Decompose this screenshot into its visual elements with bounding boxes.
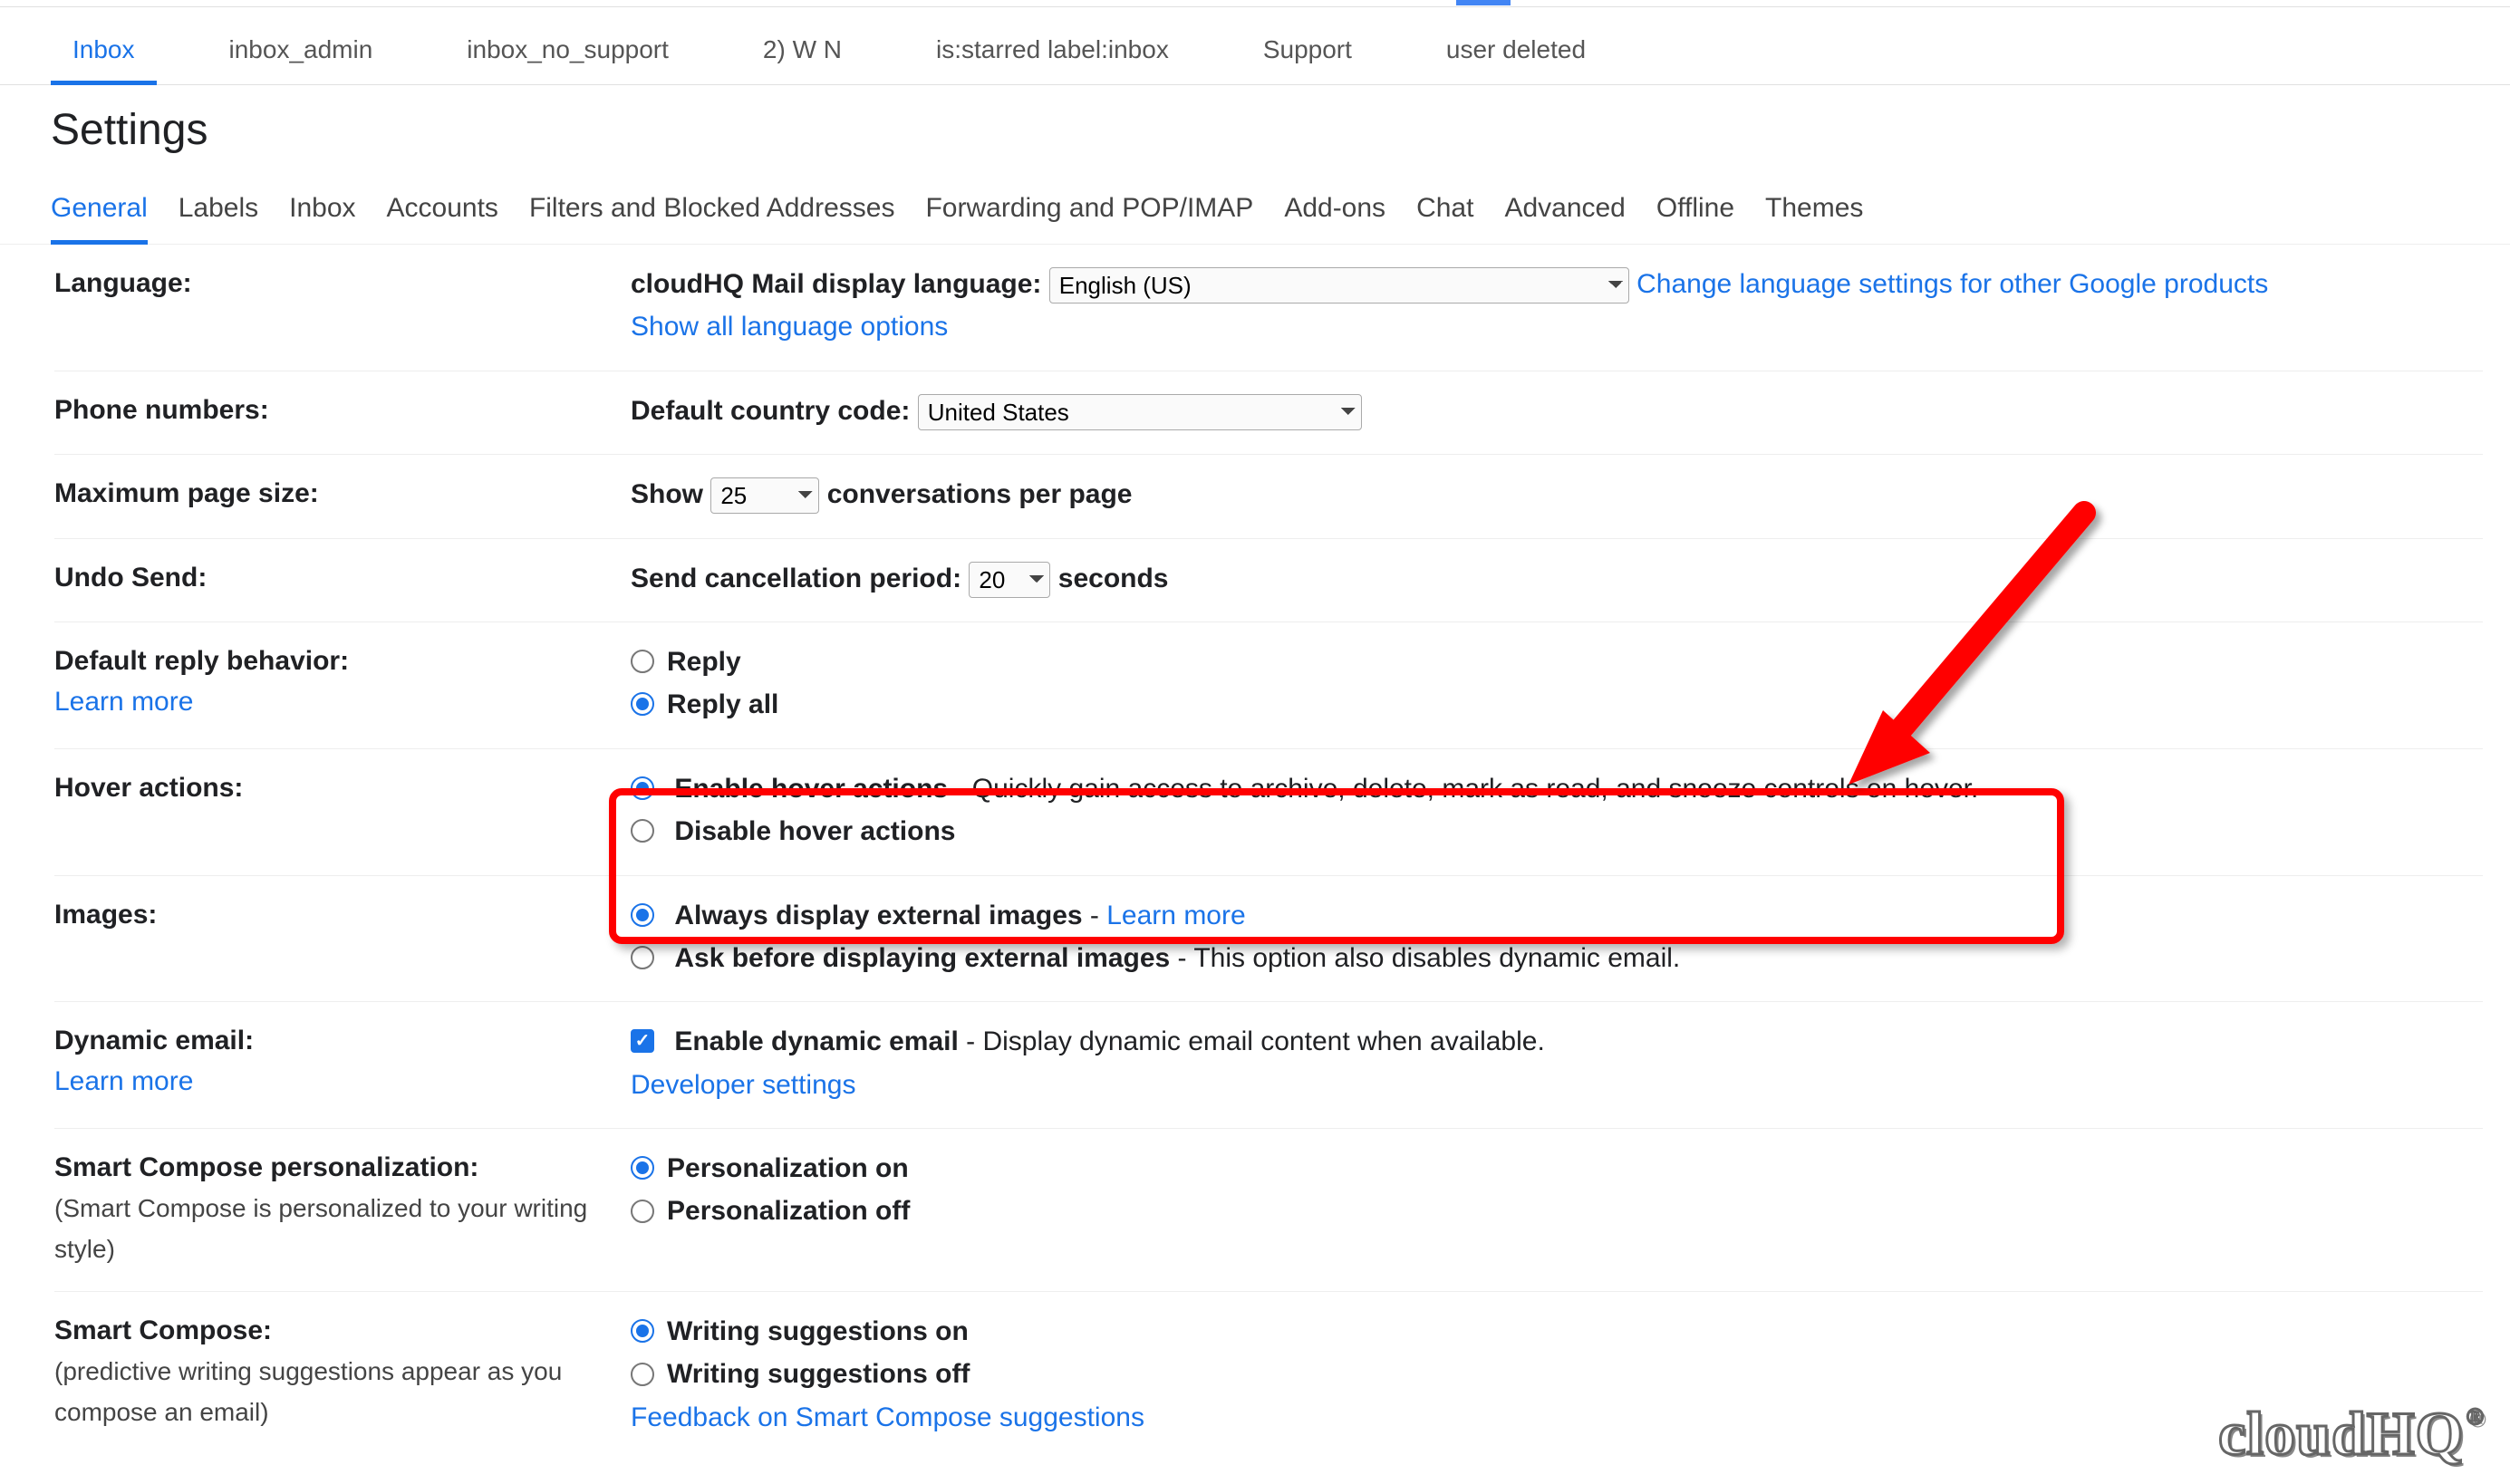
tab-inbox[interactable]: Inbox [289,182,355,244]
radio-reply-label: Reply [667,647,741,677]
language-show-all-link[interactable]: Show all language options [631,312,948,342]
window-top-line [0,0,2510,7]
radio-suggestions-off[interactable] [631,1363,654,1386]
label-language: Language: [54,263,631,349]
page-title: Settings [0,85,2510,182]
undo-prompt: Send cancellation period: [631,564,961,593]
dynamic-desc: - Display dynamic email content when ava… [959,1026,1545,1056]
row-images: Images: Always display external images -… [54,876,2483,1003]
checkbox-enable-dynamic[interactable]: ✓ [631,1029,654,1053]
language-prompt: cloudHQ Mail display language: [631,269,1041,299]
row-dynamic-email: Dynamic email: Learn more ✓ Enable dynam… [54,1002,2483,1129]
language-other-link[interactable]: Change language settings for other Googl… [1636,269,2268,299]
smart-compose-feedback-link[interactable]: Feedback on Smart Compose suggestions [631,1402,1144,1432]
radio-suggestions-on[interactable] [631,1319,654,1343]
tab-labels[interactable]: Labels [179,182,258,244]
phone-country-select[interactable]: United States [918,394,1362,430]
inbox-tab-support[interactable]: Support [1241,14,1374,84]
phone-prompt: Default country code: [631,396,910,426]
language-select[interactable]: English (US) [1049,267,1629,304]
inbox-tab-user-deleted[interactable]: user deleted [1424,14,1607,84]
label-hover-actions: Hover actions: [54,767,631,853]
radio-suggestions-off-label: Writing suggestions off [667,1359,970,1389]
radio-personalization-off[interactable] [631,1200,654,1223]
label-page-size: Maximum page size: [54,473,631,516]
label-undo-send: Undo Send: [54,557,631,600]
row-language: Language: cloudHQ Mail display language:… [54,245,2483,371]
radio-images-ask[interactable] [631,946,654,969]
inbox-tab-inbox-admin[interactable]: inbox_admin [208,14,395,84]
label-smart-compose: Smart Compose: [54,1315,272,1345]
reply-learn-more-link[interactable]: Learn more [54,687,193,717]
row-phone: Phone numbers: Default country code: Uni… [54,371,2483,455]
radio-personalization-on-label: Personalization on [667,1153,909,1183]
row-smart-personalization: Smart Compose personalization: (Smart Co… [54,1129,2483,1292]
radio-images-always-label: Always display external images [674,901,1082,930]
label-images: Images: [54,894,631,980]
radio-images-ask-label: Ask before displaying external images [674,943,1170,973]
label-phone: Phone numbers: [54,390,631,432]
tab-themes[interactable]: Themes [1765,182,1863,244]
tab-chat[interactable]: Chat [1416,182,1473,244]
radio-personalization-off-label: Personalization off [667,1196,910,1226]
radio-suggestions-on-label: Writing suggestions on [667,1316,969,1346]
radio-personalization-on[interactable] [631,1156,654,1180]
label-smart-personalization-sub: (Smart Compose is personalized to your w… [54,1194,587,1263]
tab-accounts[interactable]: Accounts [387,182,498,244]
radio-disable-hover-label: Disable hover actions [674,816,955,846]
inbox-tab-2wn[interactable]: 2) W N [741,14,864,84]
radio-reply-all[interactable] [631,692,654,716]
inbox-tab-starred[interactable]: is:starred label:inbox [914,14,1191,84]
label-default-reply: Default reply behavior: [54,646,349,676]
top-accent [1456,0,1511,5]
radio-reply[interactable] [631,650,654,673]
checkbox-enable-dynamic-label: Enable dynamic email [674,1026,958,1056]
images-learn-more-link[interactable]: Learn more [1106,901,1245,930]
images-ask-desc: - This option also disables dynamic emai… [1170,943,1680,973]
undo-post: seconds [1058,564,1169,593]
watermark-logo: cloudHQ® [2218,1398,2483,1470]
row-default-reply: Default reply behavior: Learn more Reply… [54,622,2483,749]
page-size-select[interactable]: 25 [710,477,819,514]
inbox-tab-inbox-no-support[interactable]: inbox_no_support [445,14,690,84]
radio-enable-hover-label: Enable hover actions [674,774,948,804]
radio-images-always[interactable] [631,903,654,927]
settings-tabs: General Labels Inbox Accounts Filters an… [0,182,2510,245]
radio-disable-hover[interactable] [631,819,654,843]
row-hover-actions: Hover actions: Enable hover actions - Qu… [54,749,2483,876]
undo-period-select[interactable]: 20 [969,562,1050,598]
tab-offline[interactable]: Offline [1656,182,1734,244]
row-undo-send: Undo Send: Send cancellation period: 20 … [54,539,2483,622]
inbox-tabs: Inbox inbox_admin inbox_no_support 2) W … [0,7,2510,85]
radio-reply-all-label: Reply all [667,689,778,719]
tab-forwarding[interactable]: Forwarding and POP/IMAP [925,182,1253,244]
inbox-tab-inbox[interactable]: Inbox [51,14,157,84]
tab-advanced[interactable]: Advanced [1504,182,1625,244]
page-size-post: conversations per page [827,479,1133,509]
tab-general[interactable]: General [51,182,148,244]
label-smart-compose-sub: (predictive writing suggestions appear a… [54,1357,562,1426]
row-smart-compose: Smart Compose: (predictive writing sugge… [54,1292,2483,1460]
page-size-pre: Show [631,479,703,509]
tab-filters[interactable]: Filters and Blocked Addresses [529,182,895,244]
label-dynamic-email: Dynamic email: [54,1026,254,1055]
enable-hover-desc: - Quickly gain access to archive, delete… [948,774,1978,804]
label-smart-personalization: Smart Compose personalization: [54,1152,478,1182]
developer-settings-link[interactable]: Developer settings [631,1070,855,1100]
radio-enable-hover[interactable] [631,776,654,800]
row-page-size: Maximum page size: Show 25 conversations… [54,455,2483,538]
dynamic-learn-more-link[interactable]: Learn more [54,1066,193,1096]
tab-addons[interactable]: Add-ons [1284,182,1385,244]
